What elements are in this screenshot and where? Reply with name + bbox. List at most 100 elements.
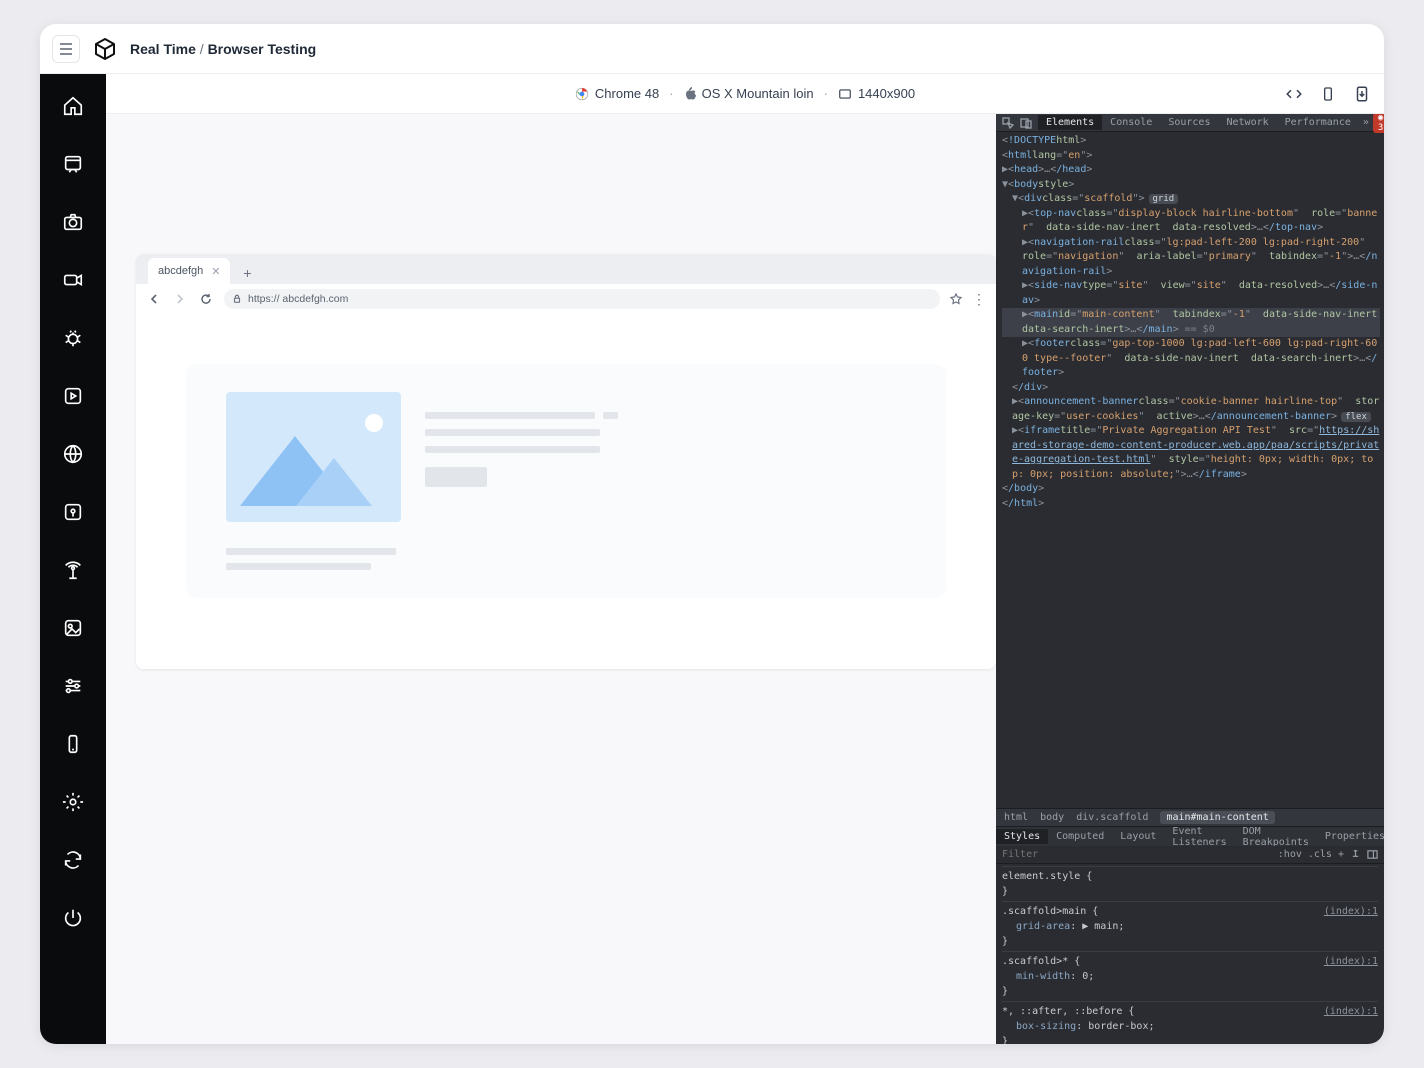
rail-screenshot[interactable] <box>53 202 93 242</box>
url-input[interactable]: https:// abcdefgh.com <box>224 289 940 309</box>
add-rule-icon[interactable]: + <box>1338 849 1344 860</box>
tab-close-icon[interactable]: ✕ <box>211 265 220 278</box>
rail-power[interactable] <box>53 898 93 938</box>
devtools-tab-sources[interactable]: Sources <box>1160 115 1218 130</box>
style-rule[interactable]: .scaffold>* {(index):1min-width: 0;} <box>1002 951 1378 1001</box>
rail-location[interactable] <box>53 492 93 532</box>
more-tabs-icon[interactable]: » <box>1359 117 1373 128</box>
new-tab-button[interactable]: + <box>236 262 258 284</box>
tab-title: abcdefgh <box>158 265 203 277</box>
environment-bar: Chrome 48 · OS X Mountain loin · 1440x90… <box>106 74 1384 114</box>
env-os[interactable]: OS X Mountain loin <box>684 86 814 101</box>
dom-node[interactable]: ▶<iframetitle="Private Aggregation API T… <box>1002 424 1380 482</box>
forward-button[interactable] <box>172 291 188 307</box>
devtools-toggle[interactable] <box>1284 84 1304 104</box>
devtools-tab-performance[interactable]: Performance <box>1277 115 1359 130</box>
app-icon <box>62 153 84 175</box>
styles-tab-computed[interactable]: Computed <box>1048 829 1112 844</box>
menu-button[interactable] <box>52 35 80 63</box>
style-rule[interactable]: *, ::after, ::before {(index):1box-sizin… <box>1002 1001 1378 1044</box>
dom-node[interactable]: <htmllang="en"> <box>1002 149 1380 164</box>
power-icon <box>62 907 84 929</box>
styles-tab-properties[interactable]: Properties <box>1317 829 1384 844</box>
rail-play[interactable] <box>53 376 93 416</box>
style-rule[interactable]: .scaffold>main {(index):1grid-area: ▶ ma… <box>1002 901 1378 951</box>
styles-filter-input[interactable] <box>1002 849 1272 860</box>
dom-node[interactable]: ▶<mainid="main-content" tabindex="-1" da… <box>1002 308 1380 337</box>
cls-toggle[interactable]: .cls <box>1308 849 1332 860</box>
devtools-tab-console[interactable]: Console <box>1102 115 1160 130</box>
hov-toggle[interactable]: :hov <box>1278 849 1302 860</box>
dom-node[interactable]: </html> <box>1002 497 1380 512</box>
logo-icon <box>92 36 118 62</box>
text-placeholder-bottom <box>226 548 906 570</box>
styles-filter-row: :hov .cls + <box>996 846 1384 864</box>
back-button[interactable] <box>146 291 162 307</box>
breadcrumb-item[interactable]: html <box>1004 812 1028 823</box>
sidebar-rail <box>40 74 106 1044</box>
tab-strip: abcdefgh ✕ + <box>136 254 996 284</box>
devtools-tab-network[interactable]: Network <box>1218 115 1276 130</box>
env-resolution[interactable]: 1440x900 <box>838 86 915 101</box>
dom-node[interactable]: ▶<footerclass="gap-top-1000 lg:pad-left-… <box>1002 337 1380 381</box>
rail-bugs[interactable] <box>53 318 93 358</box>
browser-tab[interactable]: abcdefgh ✕ <box>148 258 230 284</box>
rail-globe[interactable] <box>53 434 93 474</box>
dom-node[interactable]: ▶<side-navtype="site" view="site" data-r… <box>1002 279 1380 308</box>
page-title: Real Time / Browser Testing <box>130 41 316 57</box>
styles-body[interactable]: element.style {}.scaffold>main {(index):… <box>996 864 1384 1044</box>
lock-icon <box>232 294 242 304</box>
map-pin-icon <box>62 501 84 523</box>
dom-node[interactable]: ▼<bodystyle> <box>1002 178 1380 193</box>
arrow-left-icon <box>148 293 160 305</box>
inspect-icon[interactable] <box>1002 117 1014 129</box>
browser-menu[interactable]: ⋮ <box>972 291 986 308</box>
camera-icon <box>62 211 84 233</box>
rail-network[interactable] <box>53 550 93 590</box>
rail-record[interactable] <box>53 260 93 300</box>
dom-node[interactable]: ▶<top-navclass="display-block hairline-b… <box>1002 207 1380 236</box>
preview-canvas: abcdefgh ✕ + https:// abcdefgh.com <box>106 114 996 1044</box>
rail-visual[interactable] <box>53 608 93 648</box>
rail-device[interactable] <box>53 724 93 764</box>
pin-icon[interactable] <box>1350 849 1361 860</box>
reload-button[interactable] <box>198 291 214 307</box>
phone-icon <box>62 733 84 755</box>
error-count[interactable]: ◉ 3 <box>1373 113 1384 133</box>
sliders-icon <box>62 675 84 697</box>
panel-icon[interactable] <box>1367 849 1378 860</box>
install-app[interactable] <box>1352 84 1372 104</box>
device-toggle-icon[interactable] <box>1020 117 1032 129</box>
styles-tabs: StylesComputedLayoutEvent ListenersDOM B… <box>996 826 1384 846</box>
video-icon <box>62 269 84 291</box>
dom-node[interactable]: ▼<divclass="scaffold">grid <box>1002 192 1380 207</box>
rail-sliders[interactable] <box>53 666 93 706</box>
styles-tab-styles[interactable]: Styles <box>996 829 1048 844</box>
dom-tree[interactable]: <!DOCTYPEhtml><htmllang="en">▶<head>…</h… <box>996 132 1384 808</box>
dom-node[interactable]: ▶<announcement-bannerclass="cookie-banne… <box>1002 395 1380 424</box>
bookmark-button[interactable] <box>950 293 962 305</box>
device-rotate[interactable] <box>1318 84 1338 104</box>
breadcrumb-item[interactable]: body <box>1040 812 1064 823</box>
dom-node[interactable]: ▶<head>…</head> <box>1002 163 1380 178</box>
dom-node[interactable]: <!DOCTYPEhtml> <box>1002 134 1380 149</box>
style-rule[interactable]: element.style {} <box>1002 866 1378 901</box>
dom-node[interactable]: ▶<navigation-railclass="lg:pad-left-200 … <box>1002 236 1380 280</box>
page-content <box>136 314 996 669</box>
rail-app[interactable] <box>53 144 93 184</box>
resolution-icon <box>838 87 852 101</box>
dom-node[interactable]: </div> <box>1002 381 1380 396</box>
hamburger-icon <box>59 43 73 55</box>
rail-sync[interactable] <box>53 840 93 880</box>
rail-home[interactable] <box>53 86 93 126</box>
rail-settings[interactable] <box>53 782 93 822</box>
apple-icon <box>684 87 696 101</box>
install-icon <box>1353 84 1371 104</box>
breadcrumb-item[interactable]: main#main-content <box>1160 811 1274 824</box>
breadcrumb-item[interactable]: div.scaffold <box>1076 812 1148 823</box>
refresh-icon <box>62 849 84 871</box>
devtools-tab-elements[interactable]: Elements <box>1038 115 1102 130</box>
dom-node[interactable]: </body> <box>1002 482 1380 497</box>
styles-tab-layout[interactable]: Layout <box>1112 829 1164 844</box>
env-browser[interactable]: Chrome 48 <box>575 86 659 101</box>
